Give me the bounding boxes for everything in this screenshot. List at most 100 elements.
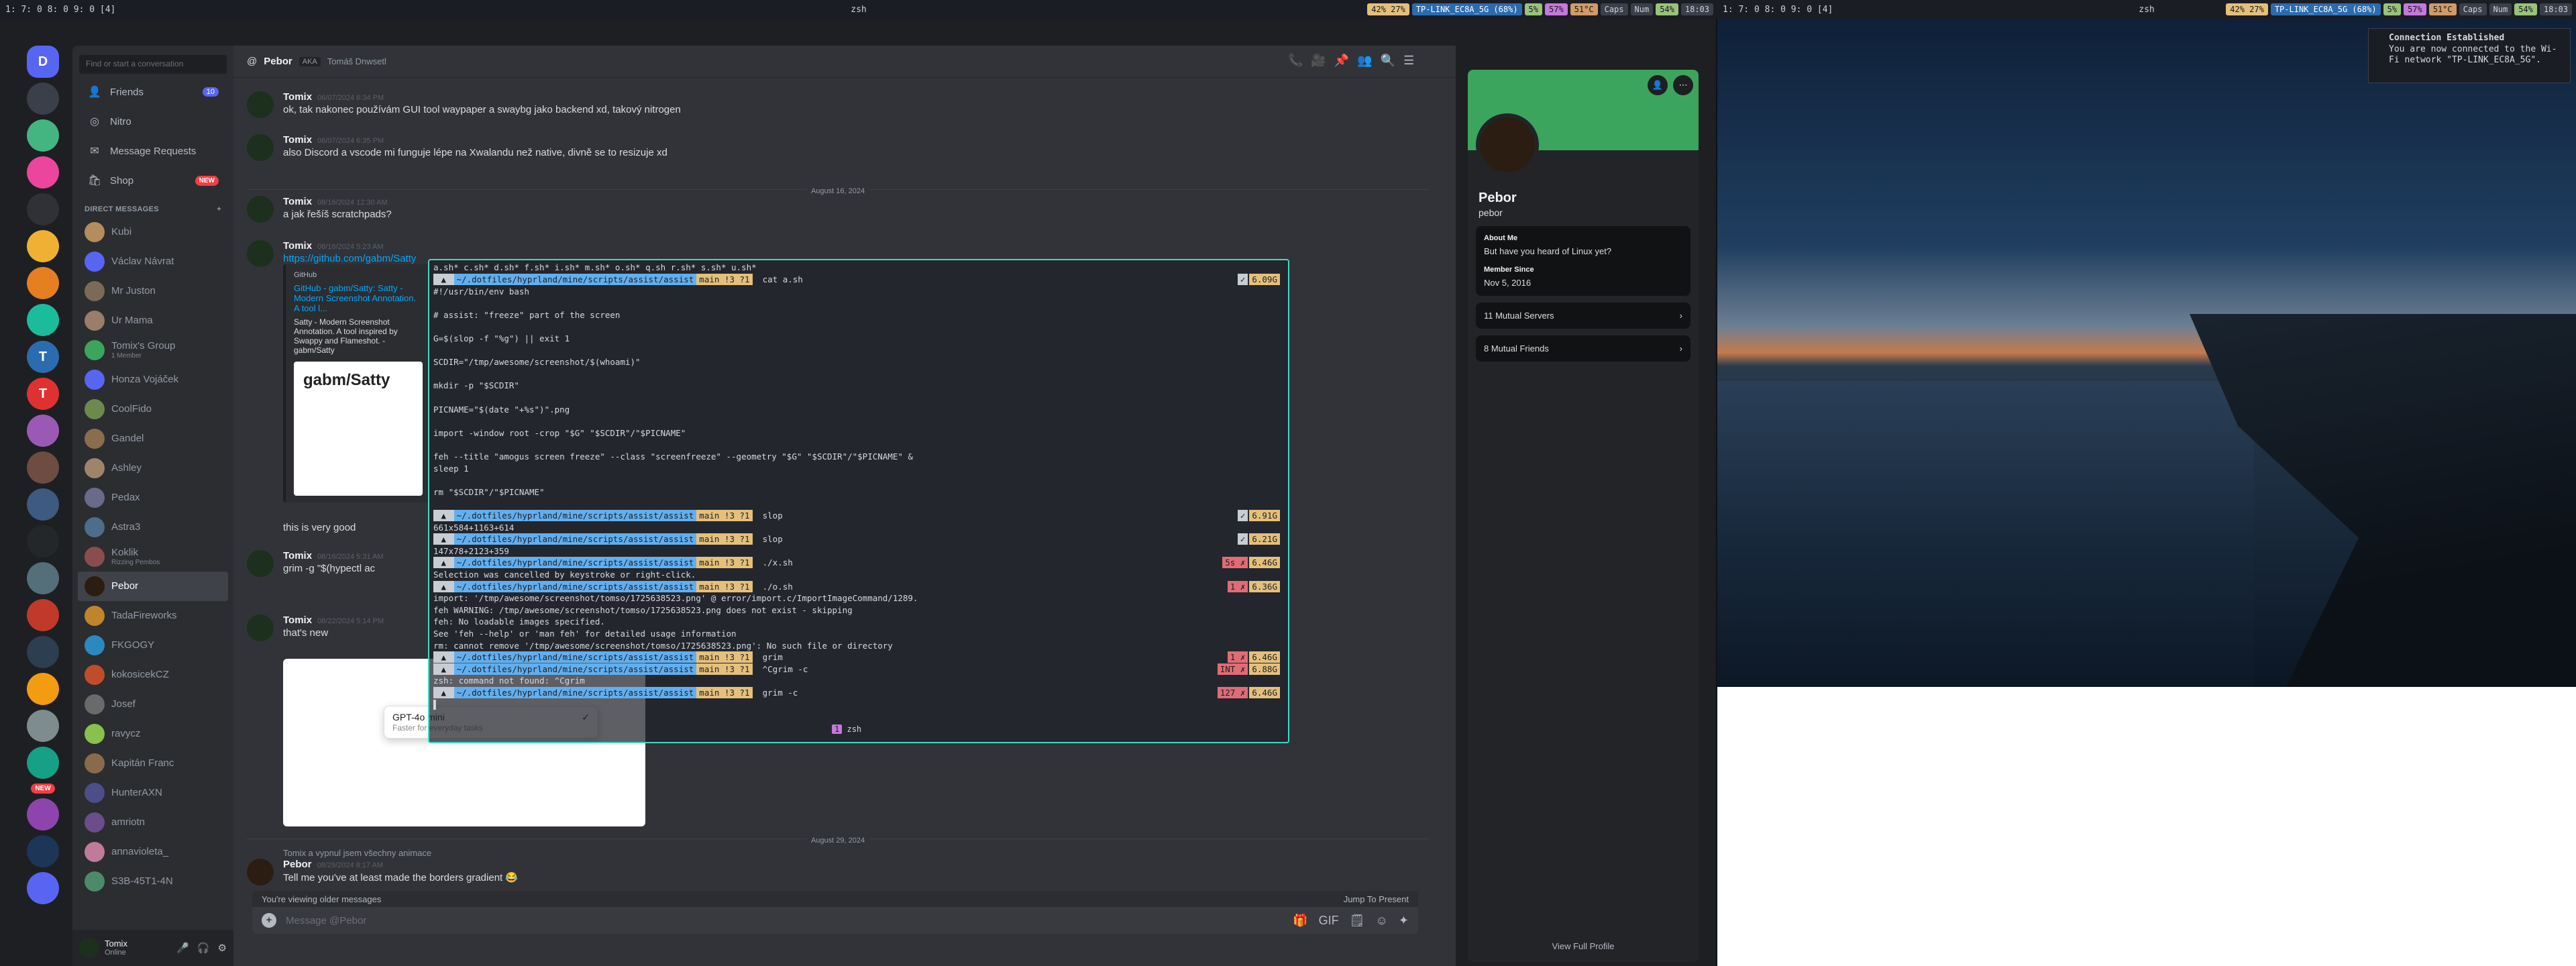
composer-input[interactable]: Message @Pebor [286, 915, 366, 926]
chat-search-input[interactable] [1240, 25, 1448, 43]
status-module[interactable]: 57% [1545, 3, 1568, 15]
profile-avatar[interactable] [1476, 113, 1539, 176]
dm-item[interactable]: Pebor [78, 572, 228, 601]
inbox-icon[interactable]: ☰ [1403, 54, 1414, 68]
nav-message-requests[interactable]: ✉ Message Requests [78, 137, 228, 165]
terminal-tab[interactable]: 1 zsh [832, 724, 861, 734]
mutual-friends-row[interactable]: 8 Mutual Friends › [1476, 335, 1690, 362]
server-icon[interactable] [27, 415, 59, 447]
embed-title[interactable]: GitHub - gabm/Satty: Satty - Modern Scre… [294, 283, 423, 313]
message-author[interactable]: Tomix 08/16/2024 5:31 AM [283, 550, 384, 561]
profile-icon[interactable]: 🔍 [1381, 54, 1395, 68]
notification-toast[interactable]: Connection Established You are now conne… [2368, 28, 2571, 83]
server-icon[interactable] [27, 599, 59, 631]
dm-item[interactable]: Kapitán Franc [78, 749, 228, 778]
sticker-icon[interactable]: 🗒 [1350, 914, 1365, 928]
workspaces[interactable]: 1: 7: 0 8: 0 9: 0 [4] [0, 5, 115, 15]
dm-item[interactable]: CoolFido [78, 394, 228, 424]
workspaces[interactable]: 1: 7: 0 8: 0 9: 0 [4] [1717, 5, 1833, 15]
server-icon[interactable] [27, 798, 59, 830]
apps-icon[interactable]: ✦ [1399, 914, 1409, 928]
avatar[interactable] [247, 240, 274, 267]
dm-item[interactable]: kokosicekCZ [78, 660, 228, 690]
status-module[interactable]: Num [2489, 3, 2512, 15]
add-attachment-icon[interactable]: + [262, 913, 276, 928]
message-link[interactable]: https://github.com/gabm/Satty [283, 253, 416, 264]
dm-item[interactable]: Gandel [78, 424, 228, 453]
embed-image[interactable]: gabm/Satty [294, 362, 423, 496]
status-module[interactable]: 51°C [2428, 3, 2457, 15]
server-icon[interactable] [27, 193, 59, 225]
dm-item[interactable]: Koklik Rizzing Pembos [78, 542, 228, 572]
avatar[interactable] [247, 550, 274, 577]
dm-item[interactable]: Tomix's Group 1 Member [78, 335, 228, 365]
home-button[interactable]: D [27, 46, 59, 78]
dm-item[interactable]: annavioleta_ [78, 837, 228, 867]
server-icon[interactable] [27, 267, 59, 299]
server-icon[interactable] [27, 636, 59, 668]
server-icon[interactable] [27, 230, 59, 262]
dm-item[interactable]: amriotn [78, 808, 228, 837]
dm-item[interactable]: Astra3 [78, 513, 228, 542]
dm-item[interactable]: ravycz [78, 719, 228, 749]
server-icon[interactable] [27, 451, 59, 484]
pin-icon[interactable]: 📌 [1334, 54, 1349, 68]
add-friend-icon[interactable]: 👥 [1357, 54, 1372, 68]
server-icon[interactable] [27, 673, 59, 705]
status-module[interactable]: Num [1630, 3, 1654, 15]
dm-item[interactable]: TadaFireworks [78, 601, 228, 631]
dm-item[interactable]: S3B-45T1-4N [78, 867, 228, 896]
dm-item[interactable]: Václav Návrat [78, 247, 228, 276]
dm-item[interactable]: Honza Vojáček [78, 365, 228, 394]
status-module[interactable]: Caps [1600, 3, 1628, 15]
server-icon[interactable] [27, 835, 59, 867]
mutual-servers-row[interactable]: 11 Mutual Servers › [1476, 303, 1690, 329]
mic-icon[interactable]: 🎤 [176, 942, 189, 954]
nav-shop[interactable]: 🛍 Shop NEW [78, 166, 228, 195]
server-icon[interactable] [27, 488, 59, 521]
dm-item[interactable]: Mr Juston [78, 276, 228, 306]
settings-icon[interactable]: ⚙ [218, 942, 227, 954]
add-dm-button[interactable]: + [217, 205, 221, 213]
status-module[interactable]: 42% 27% [1367, 3, 1409, 15]
status-module[interactable]: 51°C [1570, 3, 1598, 15]
status-module[interactable]: 18:03 [2539, 3, 2572, 15]
message-author[interactable]: Tomix 08/16/2024 5:23 AM [283, 240, 416, 252]
avatar[interactable] [247, 859, 274, 885]
status-module[interactable]: 5% [1524, 3, 1542, 15]
gif-icon[interactable]: GIF [1319, 914, 1339, 928]
server-icon[interactable] [27, 747, 59, 779]
server-icon[interactable] [27, 525, 59, 557]
avatar[interactable] [247, 614, 274, 641]
status-module[interactable]: 57% [2404, 3, 2426, 15]
dm-item[interactable]: Ashley [78, 453, 228, 483]
more-icon[interactable]: ⋯ [1673, 75, 1693, 95]
server-icon[interactable] [27, 304, 59, 336]
message-author[interactable]: Tomix 06/07/2024 6:35 PM [283, 134, 667, 146]
message-composer[interactable]: + Message @Pebor 🎁 GIF 🗒 ☺ ✦ [252, 907, 1418, 934]
gift-icon[interactable]: 🎁 [1293, 914, 1307, 928]
emoji-icon[interactable]: ☺ [1376, 914, 1388, 928]
status-module[interactable]: TP-LINK_EC8A_5G (68%) [1411, 3, 1522, 15]
avatar[interactable] [247, 91, 274, 118]
server-icon[interactable] [27, 872, 59, 904]
dm-item[interactable]: Kubi [78, 217, 228, 247]
status-module[interactable]: 5% [2383, 3, 2401, 15]
jump-to-present-button[interactable]: Jump To Present [1344, 894, 1409, 904]
server-icon[interactable] [27, 119, 59, 152]
dm-item[interactable]: Pedax [78, 483, 228, 513]
server-icon[interactable] [27, 562, 59, 594]
status-module[interactable]: 18:03 [1680, 3, 1713, 15]
server-icon[interactable] [27, 156, 59, 189]
video-icon[interactable]: 🎥 [1311, 54, 1326, 68]
server-icon[interactable] [27, 83, 59, 115]
dm-item[interactable]: Josef [78, 690, 228, 719]
headphones-icon[interactable]: 🎧 [197, 942, 210, 954]
nav-nitro[interactable]: ◎ Nitro [78, 107, 228, 136]
server-icon[interactable]: T [27, 341, 59, 373]
terminal-window[interactable]: a.sh* c.sh* d.sh* f.sh* i.sh* m.sh* o.sh… [428, 259, 1289, 743]
status-module[interactable]: 42% 27% [2226, 3, 2268, 15]
dm-search-input[interactable]: Find or start a conversation [79, 55, 227, 74]
message-author[interactable]: Tomix 06/07/2024 6:34 PM [283, 91, 681, 103]
add-friend-icon[interactable]: 👤 [1648, 75, 1668, 95]
